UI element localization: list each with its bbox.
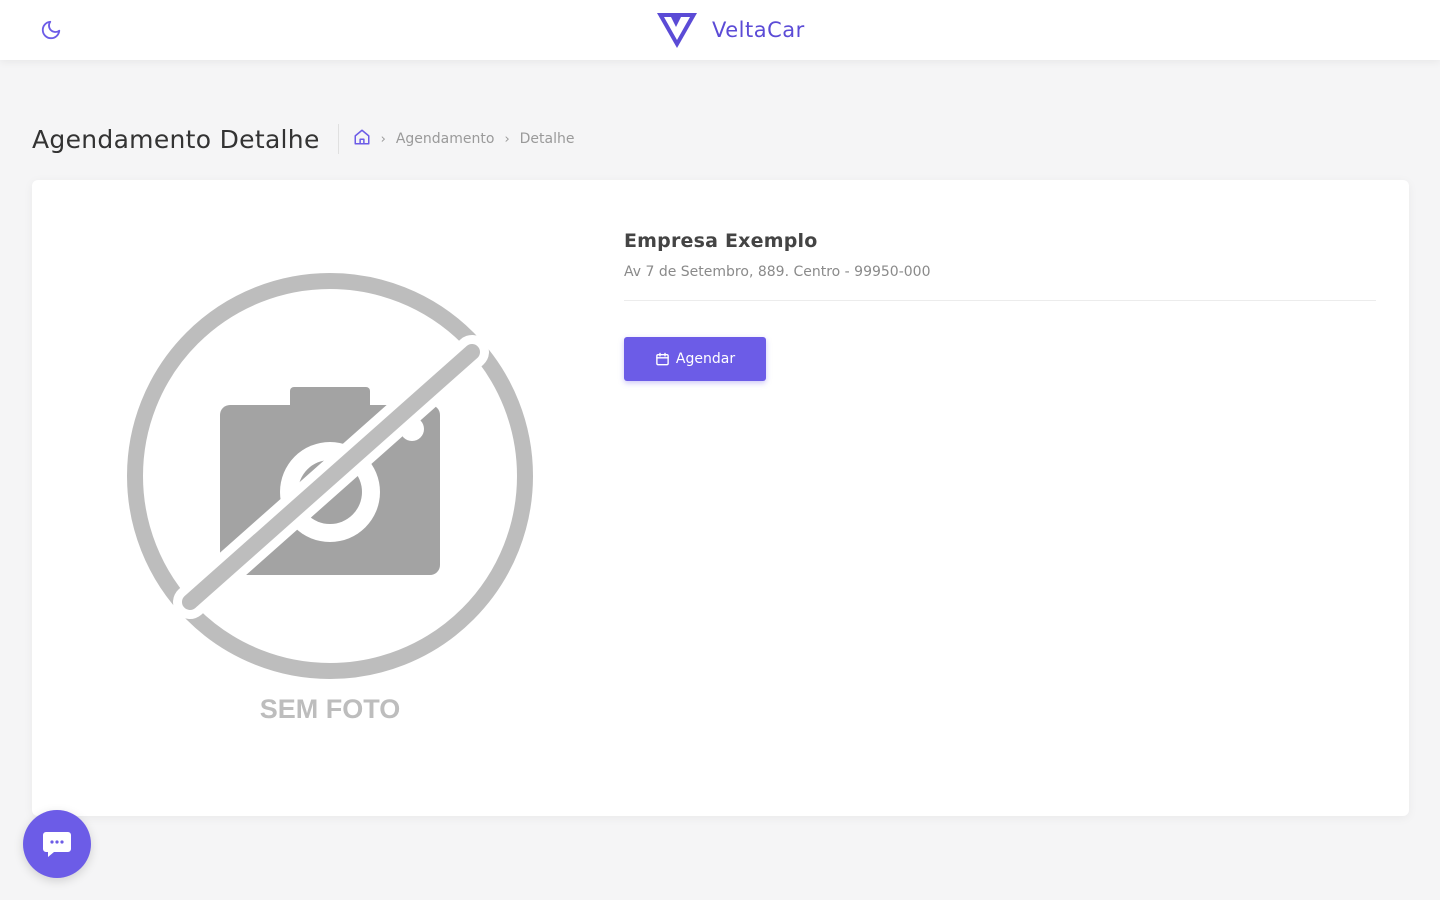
breadcrumb-item-agendamento[interactable]: Agendamento [396, 131, 495, 147]
breadcrumb-item-detalhe: Detalhe [519, 131, 575, 147]
chevron-right-icon: › [380, 131, 386, 147]
moon-icon [41, 20, 61, 40]
veltacar-logo-icon [657, 13, 697, 48]
schedule-button[interactable]: Agendar [624, 337, 766, 381]
chat-button[interactable] [23, 810, 91, 878]
brand[interactable]: VeltaCar [656, 8, 805, 52]
chat-bubble-icon [43, 832, 71, 857]
brand-name: VeltaCar [712, 18, 805, 42]
section-divider [624, 300, 1376, 301]
breadcrumb-home[interactable] [353, 128, 371, 150]
header-divider [337, 124, 339, 154]
theme-toggle-button[interactable] [36, 15, 66, 45]
breadcrumb: › Agendamento › Detalhe [353, 128, 575, 150]
top-navbar: VeltaCar [0, 0, 1440, 60]
schedule-button-label: Agendar [675, 351, 736, 367]
no-photo-label: SEM FOTO [260, 694, 401, 724]
company-name: Empresa Exemplo [624, 230, 818, 252]
home-icon [354, 129, 370, 145]
company-address: Av 7 de Setembro, 889. Centro - 99950-00… [624, 264, 931, 280]
company-detail-card: SEM FOTO Empresa Exemplo Av 7 de Setembr… [32, 180, 1409, 816]
no-photo-placeholder: SEM FOTO [127, 273, 533, 724]
page-header: Agendamento Detalhe › Agendamento › Deta… [32, 118, 575, 160]
page-title: Agendamento Detalhe [32, 124, 320, 154]
calendar-icon [656, 352, 669, 366]
company-info: Empresa Exemplo Av 7 de Setembro, 889. C… [624, 230, 1376, 301]
chevron-right-icon: › [504, 131, 510, 147]
